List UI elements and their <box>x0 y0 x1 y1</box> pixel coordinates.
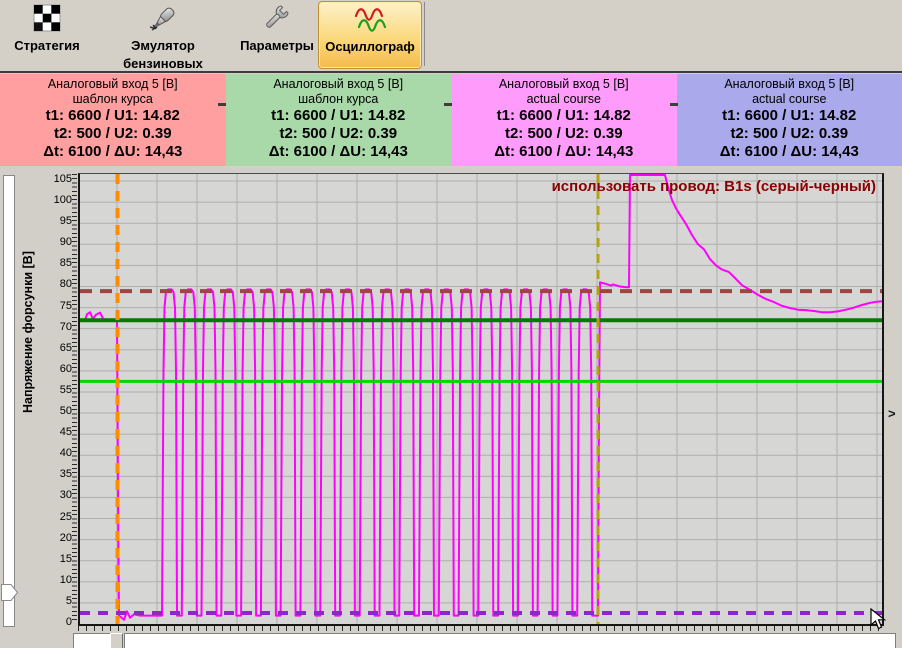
checkered-flag-icon <box>5 4 89 36</box>
panel-t2-u2: t2: 500 / U2: 0.39 <box>677 125 902 143</box>
oscilloscope-app-window: Стратегия <box>0 0 902 648</box>
y-tick-label: 30 <box>0 489 72 502</box>
panel-dt-du: Δt: 6100 / ΔU: 14,43 <box>451 143 677 161</box>
panel-splitter-grip[interactable] <box>670 103 678 106</box>
panel-dt-du: Δt: 6100 / ΔU: 14,43 <box>677 143 902 161</box>
panel-subtitle: шаблон курса <box>0 92 226 107</box>
panel-t1-u1: t1: 6600 / U1: 14.82 <box>451 107 677 125</box>
panel-subtitle: actual course <box>451 92 677 107</box>
y-tick-label: 90 <box>0 236 72 249</box>
injector-voltage-waveform <box>80 175 882 620</box>
y-tick-label: 25 <box>0 511 72 524</box>
oscilloscope-button[interactable]: Осциллограф <box>318 1 422 69</box>
chevron-right-icon[interactable]: > <box>888 406 896 421</box>
panel-splitter-grip[interactable] <box>218 103 226 106</box>
y-tick-label: 85 <box>0 257 72 270</box>
panel-t2-u2: t2: 500 / U2: 0.39 <box>226 125 452 143</box>
injector-emulator-button[interactable]: Эмулятор бензиновых форсунок <box>92 1 234 67</box>
oscilloscope-button-label: Осциллограф <box>325 39 415 54</box>
fuel-injector-icon <box>92 4 234 36</box>
y-tick-label: 45 <box>0 426 72 439</box>
panel-t1-u1: t1: 6600 / U1: 14.82 <box>226 107 452 125</box>
panel-subtitle: шаблон курса <box>226 92 452 107</box>
y-tick-label: 100 <box>0 194 72 207</box>
panel-t1-u1: t1: 6600 / U1: 14.82 <box>0 107 226 125</box>
panel-actual-2: Аналоговый вход 5 [В] actual course t1: … <box>677 74 902 166</box>
y-tick-label: 95 <box>0 215 72 228</box>
panel-subtitle: actual course <box>677 92 902 107</box>
toolbar: Стратегия <box>0 0 902 70</box>
panel-title: Аналоговый вход 5 [В] <box>451 77 677 92</box>
panel-splitter-grip[interactable] <box>444 103 452 106</box>
panel-dt-du: Δt: 6100 / ΔU: 14,43 <box>0 143 226 161</box>
y-axis-minor-ticks <box>72 174 77 622</box>
wrench-icon <box>236 4 318 36</box>
y-tick-label: 15 <box>0 553 72 566</box>
panel-template-2: Аналоговый вход 5 [В] шаблон курса t1: 6… <box>226 74 452 166</box>
wire-annotation: использовать провод: B1s (серый-черный) <box>552 178 876 195</box>
oscilloscope-plot[interactable]: использовать провод: B1s (серый-черный) <box>78 173 884 626</box>
toolbar-separator <box>424 2 425 66</box>
panel-title: Аналоговый вход 5 [В] <box>0 77 226 92</box>
y-tick-label: 65 <box>0 342 72 355</box>
parameters-button-label: Параметры <box>240 38 314 53</box>
panel-title: Аналоговый вход 5 [В] <box>226 77 452 92</box>
horizontal-scrollbar-thumb[interactable] <box>110 633 123 648</box>
y-tick-label: 20 <box>0 532 72 545</box>
panel-t1-u1: t1: 6600 / U1: 14.82 <box>677 107 902 125</box>
y-tick-label: 75 <box>0 300 72 313</box>
y-tick-label: 5 <box>0 595 72 608</box>
mouse-cursor-icon <box>870 608 892 632</box>
y-tick-label: 105 <box>0 173 72 186</box>
y-tick-label: 10 <box>0 574 72 587</box>
x-axis-minor-ticks <box>78 626 882 631</box>
y-tick-label: 55 <box>0 384 72 397</box>
y-tick-label: 60 <box>0 363 72 376</box>
y-tick-label: 40 <box>0 447 72 460</box>
panel-t2-u2: t2: 500 / U2: 0.39 <box>451 125 677 143</box>
y-tick-label: 50 <box>0 405 72 418</box>
horizontal-scrollbar-track[interactable] <box>124 633 896 648</box>
strategy-button-label: Стратегия <box>14 38 80 53</box>
x-scroll-value-box[interactable] <box>73 633 111 648</box>
oscilloscope-chart-region: Напряжение форсунки [В] 0510152025303540… <box>0 168 902 648</box>
y-tick-label: 0 <box>0 616 72 629</box>
panel-title: Аналоговый вход 5 [В] <box>677 77 902 92</box>
measurement-panels: Аналоговый вход 5 [В] шаблон курса t1: 6… <box>0 74 902 166</box>
y-tick-label: 70 <box>0 321 72 334</box>
panel-t2-u2: t2: 500 / U2: 0.39 <box>0 125 226 143</box>
toolbar-underline <box>0 71 902 73</box>
oscilloscope-waves-icon <box>319 5 421 37</box>
parameters-button[interactable]: Параметры <box>236 1 318 67</box>
panel-actual-1: Аналоговый вход 5 [В] actual course t1: … <box>451 74 677 166</box>
panel-dt-du: Δt: 6100 / ΔU: 14,43 <box>226 143 452 161</box>
y-tick-label: 35 <box>0 468 72 481</box>
strategy-button[interactable]: Стратегия <box>5 1 89 67</box>
panel-template-1: Аналоговый вход 5 [В] шаблон курса t1: 6… <box>0 74 226 166</box>
y-tick-label: 80 <box>0 278 72 291</box>
